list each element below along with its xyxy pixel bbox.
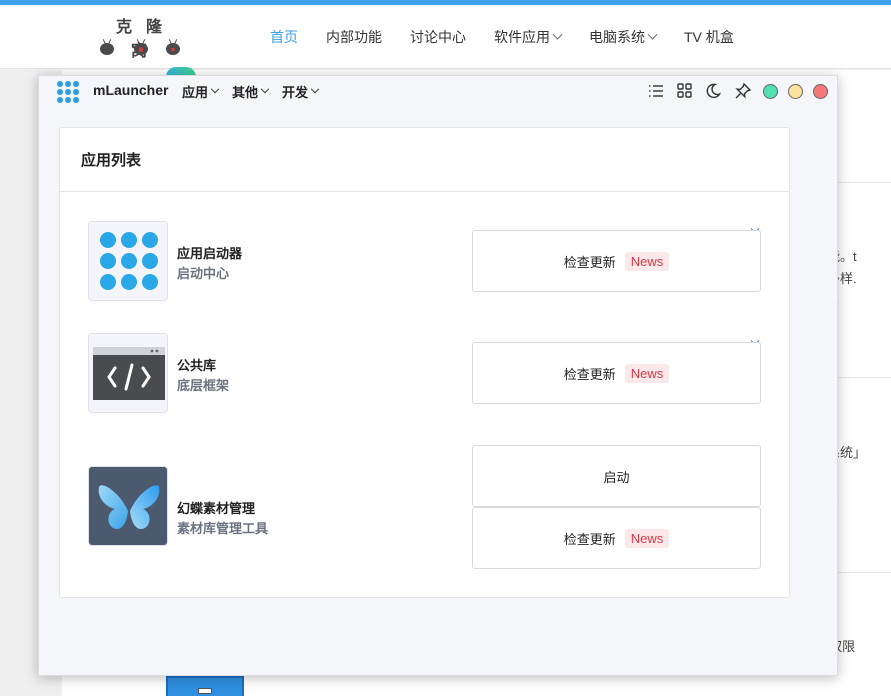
moon-icon[interactable] <box>704 82 722 100</box>
app-name: 幻蝶素材管理 <box>177 502 256 517</box>
chevron-down-icon <box>647 29 658 40</box>
news-badge: News <box>624 528 670 548</box>
menu-label: 应用 <box>182 86 209 101</box>
launcher-toolbar: mLauncher 应用 其他 开发 <box>39 76 839 106</box>
button-label: 检查更新 <box>563 367 616 383</box>
check-update-button[interactable]: 检查更新 News <box>472 342 761 404</box>
launch-button[interactable]: 启动 <box>472 445 761 507</box>
button-label: 检查更新 <box>563 255 616 271</box>
card-title: 应用列表 <box>81 151 142 169</box>
nav-discussion[interactable]: 讨论中心 <box>410 27 466 47</box>
list-icon[interactable] <box>647 82 665 100</box>
butterfly-icon <box>88 466 168 546</box>
menu-label: 开发 <box>282 86 309 101</box>
window-close-dot[interactable] <box>813 84 828 99</box>
nav-label: 讨论中心 <box>410 29 466 45</box>
nav-label: 首页 <box>270 29 298 45</box>
nav-label: 内部功能 <box>326 29 382 45</box>
article-thumbnail <box>166 676 244 696</box>
bug-icon <box>98 39 116 55</box>
app-name: 公共库 <box>177 359 217 374</box>
grid-icon[interactable] <box>676 82 694 100</box>
menu-dev[interactable]: 开发 <box>282 82 320 101</box>
nav-tv-box[interactable]: TV 机盒 <box>684 27 734 47</box>
window-minimize-dot[interactable] <box>763 84 778 99</box>
nav-home[interactable]: 首页 <box>270 27 298 47</box>
app-grid-icon[interactable] <box>57 81 79 103</box>
chevron-down-icon <box>260 84 270 93</box>
divider <box>837 377 891 378</box>
news-badge: News <box>624 363 670 383</box>
news-badge: News <box>624 251 670 271</box>
code-window-icon <box>88 333 168 413</box>
app-name: 应用启动器 <box>177 247 243 262</box>
nav-internal-features[interactable]: 内部功能 <box>326 27 382 47</box>
app-desc: 素材库管理工具 <box>177 522 269 537</box>
bug-icon <box>132 39 150 55</box>
divider <box>837 572 891 573</box>
app-desc: 启动中心 <box>177 267 230 282</box>
nav-label: 软件应用 <box>494 29 550 45</box>
bug-icon <box>164 39 182 55</box>
menu-other[interactable]: 其他 <box>232 82 270 101</box>
nav-label: TV 机盒 <box>684 29 734 45</box>
site-nav: 首页 内部功能 讨论中心 软件应用 电脑系统 TV 机盒 <box>270 5 762 69</box>
nav-label: 电脑系统 <box>589 29 645 45</box>
mlauncher-window: mLauncher 应用 其他 开发 应用列表 应用启动器 启动中心 检查更新 … <box>38 75 838 676</box>
chevron-down-icon <box>552 29 563 40</box>
button-label: 启动 <box>603 470 630 486</box>
app-desc: 底层框架 <box>177 379 230 394</box>
menu-label: 其他 <box>232 86 259 101</box>
check-update-button[interactable]: 检查更新 News <box>472 230 761 292</box>
pin-icon[interactable] <box>734 82 752 100</box>
check-update-button[interactable]: 检查更新 News <box>472 507 761 569</box>
button-label: 检查更新 <box>563 532 616 548</box>
menu-apps[interactable]: 应用 <box>182 82 220 101</box>
chevron-down-icon <box>210 84 220 93</box>
nav-pc-system[interactable]: 电脑系统 <box>589 27 658 47</box>
site-header: 克隆窝 首页 内部功能 讨论中心 软件应用 电脑系统 TV 机盒 <box>0 5 891 69</box>
divider <box>837 182 891 183</box>
site-logo[interactable]: 克隆窝 <box>96 13 186 63</box>
chevron-down-icon <box>310 84 320 93</box>
launcher-icon <box>88 221 168 301</box>
card-header: 应用列表 <box>60 128 789 192</box>
nav-software[interactable]: 软件应用 <box>494 27 563 47</box>
window-maximize-dot[interactable] <box>788 84 803 99</box>
app-list-card: 应用列表 应用启动器 启动中心 检查更新 News 公共库 底层框架 检查更新 … <box>59 127 790 598</box>
launcher-brand: mLauncher <box>93 82 169 98</box>
